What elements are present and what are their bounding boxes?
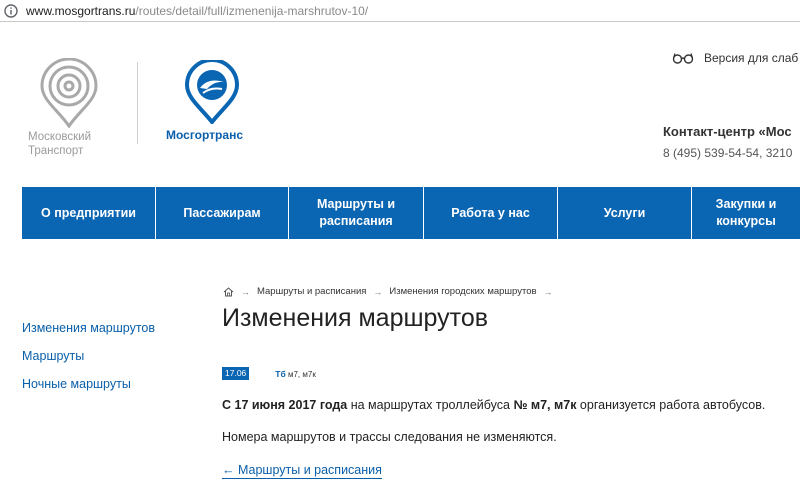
nav-item-routes-schedules[interactable]: Маршруты и расписания xyxy=(289,187,424,239)
moscow-transport-logo[interactable]: Московский Транспорт xyxy=(28,58,112,162)
route-numbers-tag: м7, м7к xyxy=(287,369,316,379)
nav-item-services[interactable]: Услуги xyxy=(558,187,692,239)
announcement-text-1: на маршрутах троллейбуса xyxy=(347,398,514,412)
date-badge: 17.06 xyxy=(222,367,250,380)
announcement-routes: № м7, м7к xyxy=(513,398,577,412)
contact-center-phone[interactable]: 8 (495) 539-54-54, 3210 xyxy=(663,146,792,160)
contact-center-title: Контакт-центр «Мос xyxy=(663,124,792,139)
breadcrumb-arrow-icon: → xyxy=(543,286,553,297)
nav-item-about[interactable]: О предприятии xyxy=(22,187,156,239)
low-vision-version-link[interactable]: Версия для слаб xyxy=(672,51,798,65)
logo-left-line1: Московский xyxy=(28,131,92,143)
home-icon[interactable] xyxy=(223,286,234,297)
sidebar-item-routes[interactable]: Маршруты xyxy=(22,346,155,374)
nav-item-careers[interactable]: Работа у нас xyxy=(424,187,558,239)
sidebar-item-night-routes[interactable]: Ночные маршруты xyxy=(22,374,155,402)
breadcrumb-city-route-changes[interactable]: Изменения городских маршрутов xyxy=(389,286,536,297)
breadcrumb: → Маршруты и расписания → Изменения горо… xyxy=(223,286,560,297)
low-vision-version-label: Версия для слаб xyxy=(704,51,799,65)
announcement-paragraph: С 17 июня 2017 года на маршрутах троллей… xyxy=(222,398,765,412)
nav-item-procurement[interactable]: Закупки и конкурсы xyxy=(692,187,800,239)
breadcrumb-arrow-icon: → xyxy=(373,286,383,297)
page-title: Изменения маршрутов xyxy=(222,304,489,332)
breadcrumb-routes-schedules[interactable]: Маршруты и расписания xyxy=(257,286,366,297)
info-icon[interactable] xyxy=(4,3,18,18)
sidebar-menu: Изменения маршрутов Маршруты Ночные марш… xyxy=(22,318,155,402)
mosgortrans-logo-text: Мосгортранс xyxy=(166,128,243,142)
url-path: /routes/detail/full/izmenenija-marshruto… xyxy=(135,3,369,18)
route-tags: Тб м7, м7к xyxy=(275,369,316,379)
main-navigation: О предприятии Пассажирам Маршруты и расп… xyxy=(22,187,800,239)
breadcrumb-arrow-icon: → xyxy=(241,286,250,297)
announcement-note: Номера маршрутов и трассы следования не … xyxy=(222,430,557,444)
moscow-transport-logo-text: Московский Транспорт xyxy=(28,130,112,158)
news-meta: 17.06 Тб м7, м7к xyxy=(222,367,316,380)
url-text[interactable]: www.mosgortrans.ru/routes/detail/full/iz… xyxy=(26,4,368,18)
mosgortrans-logo-icon xyxy=(184,60,240,124)
glasses-icon xyxy=(672,53,694,64)
url-host: www.mosgortrans.ru xyxy=(26,3,136,18)
logo-divider xyxy=(137,62,138,144)
address-bar[interactable]: www.mosgortrans.ru/routes/detail/full/iz… xyxy=(0,0,800,22)
moscow-transport-logo-icon xyxy=(40,58,98,128)
nav-item-passengers[interactable]: Пассажирам xyxy=(156,187,289,239)
announcement-date: С 17 июня 2017 года xyxy=(222,398,348,412)
announcement-text-2: организуется работа автобусов. xyxy=(576,398,766,412)
mosgortrans-logo[interactable]: Мосгортранс xyxy=(166,60,266,150)
transport-type-tag: Тб xyxy=(275,368,286,379)
back-to-routes-link[interactable]: ← Маршруты и расписания xyxy=(222,463,382,479)
logo-left-line2: Транспорт xyxy=(28,145,84,157)
sidebar-item-route-changes[interactable]: Изменения маршрутов xyxy=(22,318,155,346)
